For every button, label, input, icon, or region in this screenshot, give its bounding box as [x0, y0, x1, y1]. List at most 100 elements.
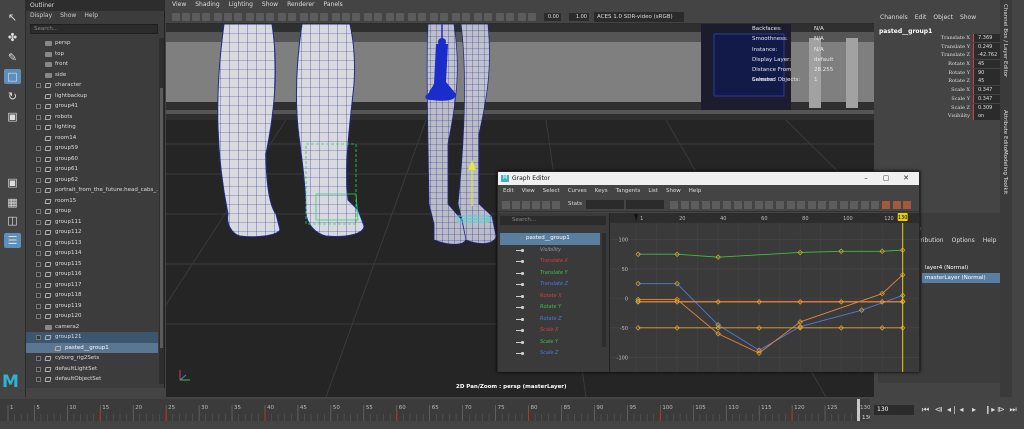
tangent-tool-icon[interactable]	[712, 201, 721, 209]
outliner-item[interactable]: lightbackup	[26, 91, 158, 102]
side-tab[interactable]: Modeling Toolkit	[1002, 150, 1008, 194]
viewport-tool-icon[interactable]	[364, 13, 372, 21]
viewport-tool-icon[interactable]	[342, 13, 350, 21]
expand-icon[interactable]	[36, 125, 41, 130]
outliner-item[interactable]: persp	[26, 38, 158, 49]
viewport-tool-icon[interactable]	[484, 13, 492, 21]
viewport-tool-icon[interactable]	[278, 13, 286, 21]
stats-field-2[interactable]	[626, 200, 664, 209]
side-tab[interactable]: Attribute Editor	[1002, 110, 1008, 152]
outliner-item[interactable]: defaultLightSet	[26, 364, 158, 375]
expand-icon[interactable]	[36, 240, 41, 246]
graph-menu-item-4[interactable]: Keys	[595, 188, 608, 195]
outliner-item[interactable]: room14	[26, 133, 158, 144]
channel-row[interactable]: Rotate Z 45	[874, 77, 1012, 86]
viewport-tool-icon[interactable]	[474, 13, 482, 21]
outliner-item[interactable]: top	[26, 49, 158, 60]
viewport-tool-icon[interactable]	[256, 13, 264, 21]
layer-editor-menu-item-0[interactable]: tribution	[918, 237, 944, 244]
tangent-tool-icon[interactable]	[871, 201, 880, 209]
channel-box-menu-item-2[interactable]: Object	[933, 14, 953, 21]
viewport-tool-icon[interactable]	[234, 13, 242, 21]
tangent-tool-icon[interactable]	[701, 201, 710, 209]
channel-box-menu-item-0[interactable]: Channels	[880, 14, 908, 21]
viewport-tool-icon[interactable]	[332, 13, 340, 21]
graph-tool-icon[interactable]	[532, 201, 540, 209]
graph-channel-row[interactable]: Translate Y	[500, 268, 600, 280]
expand-icon[interactable]	[36, 156, 41, 162]
expand-icon[interactable]	[36, 104, 41, 109]
graph-menu-item-8[interactable]: Help	[689, 188, 702, 195]
time-slider[interactable]: 1 5 10 15 20 25 30 35 40 45 50 55 60 65 70 75 80 85 90 95 10…	[0, 397, 1024, 427]
playback-button[interactable]: ◂	[960, 405, 964, 415]
outliner-item[interactable]: group115	[26, 259, 158, 270]
viewport-menu-item-1[interactable]: Shading	[195, 1, 219, 9]
curve-graph[interactable]: 100 50 0 -50 -100 1 20 40 60 80 100 120 130	[610, 213, 919, 372]
viewport-tool-icon[interactable]	[452, 13, 460, 21]
outliner-menu-item-1[interactable]: Show	[60, 12, 76, 20]
viewport-tool-icon[interactable]	[172, 13, 180, 21]
outliner-item[interactable]: group	[26, 206, 158, 217]
tangent-tool-icon[interactable]	[680, 201, 689, 209]
outliner-item[interactable]: pasted__group1	[26, 342, 158, 353]
expand-icon[interactable]	[36, 303, 41, 309]
outliner-view-icon[interactable]: ☰	[4, 233, 21, 248]
expand-icon[interactable]	[36, 366, 41, 372]
tangent-tool-icon[interactable]	[850, 201, 859, 209]
graph-channel-row[interactable]: Visibility	[500, 245, 600, 257]
layer-item[interactable]: masterLayer (Normal)	[922, 273, 1012, 283]
outliner-scrollbar[interactable]	[159, 38, 164, 384]
stats-field-1[interactable]	[586, 200, 624, 209]
outliner-item[interactable]: group62	[26, 175, 158, 186]
tangent-tool-icon[interactable]	[818, 201, 827, 209]
channel-row[interactable]: Translate Z -42.762	[874, 51, 1012, 60]
graph-channel-row[interactable]: Rotate Z	[500, 314, 600, 326]
channel-row[interactable]: Rotate X 45	[874, 60, 1012, 69]
maximize-button[interactable]: ▢	[878, 172, 894, 185]
curve-graph-svg[interactable]: 100500-50-1001 20 40 60 80 100 120 130	[610, 213, 919, 372]
paint-tool-icon[interactable]: ✎	[4, 50, 21, 65]
viewport-gamma-field[interactable]: 1.00	[569, 13, 589, 21]
expand-icon[interactable]	[36, 335, 41, 340]
viewport-tool-icon[interactable]	[418, 13, 426, 21]
expand-icon[interactable]	[36, 83, 41, 88]
lasso-tool-icon[interactable]: ✤	[4, 30, 21, 45]
outliner-item[interactable]: camera2	[26, 322, 158, 333]
time-slider-svg[interactable]: 1 5 10 15 20 25 30 35 40 45 50 55 60 65 70 75 80 85 90 95 10…	[0, 397, 873, 427]
playback-button[interactable]: ❙▸	[985, 405, 996, 415]
expand-icon[interactable]	[36, 167, 41, 172]
expand-icon[interactable]	[36, 209, 41, 214]
graph-menu-item-2[interactable]: Select	[543, 188, 560, 195]
anim-curve[interactable]	[638, 283, 903, 351]
expand-icon[interactable]	[36, 314, 41, 319]
viewport-tool-icon[interactable]	[518, 13, 526, 21]
tangent-tool-icon[interactable]	[744, 201, 753, 209]
channel-row[interactable]: Scale Z 0.309	[874, 103, 1012, 113]
outliner-item[interactable]: group120	[26, 311, 158, 322]
tangent-tool-icon[interactable]	[829, 201, 837, 209]
expand-icon[interactable]	[36, 188, 41, 193]
viewport-tool-icon[interactable]	[310, 13, 318, 21]
graph-tool-icon[interactable]	[522, 201, 530, 209]
viewport-tool-icon[interactable]	[440, 13, 448, 21]
tangent-tool-icon[interactable]	[807, 201, 816, 209]
graph-menu-item-7[interactable]: Show	[666, 188, 681, 195]
minimize-button[interactable]: –	[858, 172, 874, 185]
tangent-tool-icon[interactable]	[691, 201, 700, 209]
outliner-item[interactable]: group117	[26, 280, 158, 291]
tangent-tool-icon[interactable]	[765, 201, 774, 209]
graph-tool-icon[interactable]	[502, 201, 510, 209]
tangent-tool-icon[interactable]	[797, 201, 806, 209]
viewport-menu-item-0[interactable]: View	[172, 1, 186, 9]
outliner-item[interactable]: group111	[26, 217, 158, 228]
layer-item[interactable]: layer4 (Normal)	[922, 263, 1012, 273]
tangent-tool-icon[interactable]	[670, 201, 678, 209]
viewport-tool-icon[interactable]	[246, 13, 254, 21]
graph-editor-search[interactable]: Search...	[500, 216, 606, 225]
outliner-item[interactable]: character	[26, 80, 158, 91]
graph-menu-item-0[interactable]: Edit	[503, 188, 514, 195]
playback-button[interactable]: ⧐	[997, 405, 1005, 415]
viewport-tool-icon[interactable]	[300, 13, 308, 21]
playback-button[interactable]: ⏭	[1010, 405, 1017, 415]
playback-button[interactable]: ◂❘	[947, 405, 958, 415]
